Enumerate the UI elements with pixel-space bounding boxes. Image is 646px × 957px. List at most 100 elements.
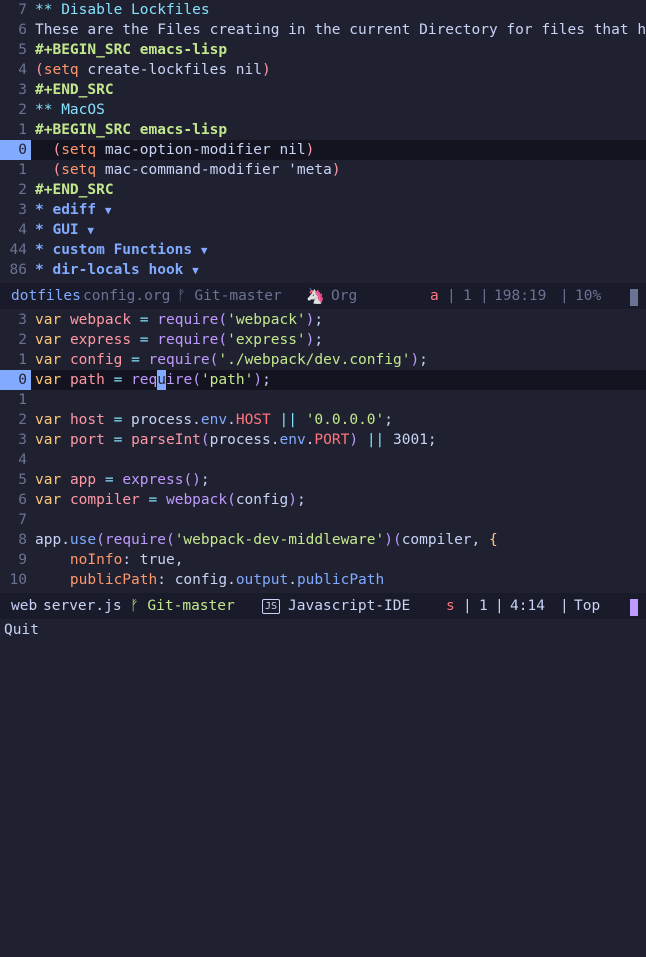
line-number: 10 [9, 572, 27, 588]
separator: | [463, 598, 472, 614]
code-token: 3001; [384, 432, 437, 448]
code-line[interactable]: 3 * ediff ▼ [0, 200, 646, 220]
code-token: 'webpack' [227, 312, 306, 328]
code-line[interactable]: 5 var app = express(); [0, 470, 646, 490]
line-number: 3 [18, 312, 27, 328]
code-line[interactable]: 7 [0, 510, 646, 530]
line-number: 9 [18, 552, 27, 568]
code-token: config [235, 492, 289, 508]
git-branch: ᚠ Git-master [177, 288, 282, 304]
code-line[interactable]: 6 These are the Files creating in the cur… [0, 20, 646, 40]
code-token: ; [296, 492, 306, 508]
code-token: ) [305, 142, 315, 158]
top-editor-pane[interactable]: 7 ** Disable Lockfiles 6 These are the File… [0, 0, 646, 282]
code-token: port [69, 432, 105, 448]
fold-arrow-icon[interactable]: ▼ [87, 224, 94, 237]
code-line[interactable]: 2 var express = require('express'); [0, 330, 646, 350]
fold-arrow-icon[interactable]: ▼ [201, 244, 208, 257]
code-line[interactable]: 86 * dir-locals hook ▼ [0, 260, 646, 280]
code-line[interactable]: 2 #+END_SRC [0, 180, 646, 200]
line-number: 1 [18, 392, 27, 408]
code-line[interactable]: 6 var compiler = webpack(config); [0, 490, 646, 510]
line-number: 0 [18, 142, 27, 158]
line-number: 2 [18, 412, 27, 428]
code-line[interactable]: 7 ** Disable Lockfiles [0, 0, 646, 20]
code-line[interactable]: 44 * custom Functions ▼ [0, 240, 646, 260]
line-number: 6 [18, 492, 27, 508]
code-token: setq [43, 62, 79, 78]
evil-state: a [430, 288, 439, 304]
code-line[interactable]: 2 ** MacOS [0, 100, 646, 120]
fold-arrow-icon[interactable]: ▼ [192, 264, 199, 277]
code-token: use [69, 532, 97, 548]
code-token: HOST [235, 412, 271, 428]
code-token: #+END_SRC [35, 182, 114, 198]
code-token: ( [200, 432, 210, 448]
scroll-indicator [630, 599, 638, 616]
code-token: ; [200, 472, 210, 488]
code-line[interactable]: 10 publicPath: config.output.publicPath [0, 570, 646, 590]
code-line[interactable]: 3 var webpack = require('webpack'); [0, 310, 646, 330]
code-token: = [104, 472, 114, 488]
code-line[interactable]: 1 (setq mac-command-modifier 'meta) [0, 160, 646, 180]
code-token: process. [209, 432, 280, 448]
code-line[interactable]: 2 var host = process.env.HOST || '0.0.0.0… [0, 410, 646, 430]
code-line[interactable]: 8 app.use(require('webpack-dev-middleware… [0, 530, 646, 550]
code-token: { [489, 532, 498, 548]
code-token: '0.0.0.0' [305, 412, 385, 428]
code-line[interactable]: 1 #+BEGIN_SRC emacs-lisp [0, 120, 646, 140]
bottom-editor-pane[interactable]: 3 var webpack = require('webpack'); 2 var e… [0, 310, 646, 590]
code-token: ( [52, 162, 62, 178]
code-line[interactable]: 4 (setq create-lockfiles nil) [0, 60, 646, 80]
code-line[interactable]: 3 #+END_SRC [0, 80, 646, 100]
separator: | [447, 288, 456, 304]
scroll-indicator [630, 289, 638, 306]
code-line[interactable]: 4 * GUI ▼ [0, 220, 646, 240]
code-token: ( [52, 142, 62, 158]
code-token: create-lockfiles nil [78, 62, 262, 78]
line-number: 8 [18, 532, 27, 548]
code-token: publicPath [296, 572, 385, 588]
major-mode: Javascript-IDE [288, 598, 411, 614]
current-code-line[interactable]: 0 var path = require('path'); [0, 370, 646, 390]
code-line[interactable]: 3 var port = parseInt(process.env.PORT) |… [0, 430, 646, 450]
line-number: 2 [18, 182, 27, 198]
code-token: app. [35, 532, 70, 548]
separator: | [480, 288, 489, 304]
fold-arrow-icon[interactable]: ▼ [105, 204, 112, 217]
code-line[interactable]: 4 [0, 450, 646, 470]
code-token: mac-option-modifier nil [96, 142, 306, 158]
cursor-position: 4:14 [510, 598, 545, 614]
code-token: path [69, 372, 105, 388]
cursor-position: 198:19 [494, 288, 547, 304]
window-number: 1 [463, 288, 472, 304]
code-line[interactable]: 9 noInfo: true, [0, 550, 646, 570]
current-code-line[interactable]: 0 (setq mac-option-modifier nil) [0, 140, 646, 160]
code-token: These are the Files creating in the curr… [35, 22, 646, 38]
code-line[interactable]: 1 [0, 390, 646, 410]
code-token: ) [349, 432, 359, 448]
line-number: 86 [9, 262, 27, 278]
code-token: setq [61, 142, 97, 158]
code-line[interactable]: 5 #+BEGIN_SRC emacs-lisp [0, 40, 646, 60]
code-token: ; [419, 352, 428, 368]
code-line[interactable]: 1 var config = require('./webpack/dev.con… [0, 350, 646, 370]
code-token: ( [218, 332, 228, 348]
